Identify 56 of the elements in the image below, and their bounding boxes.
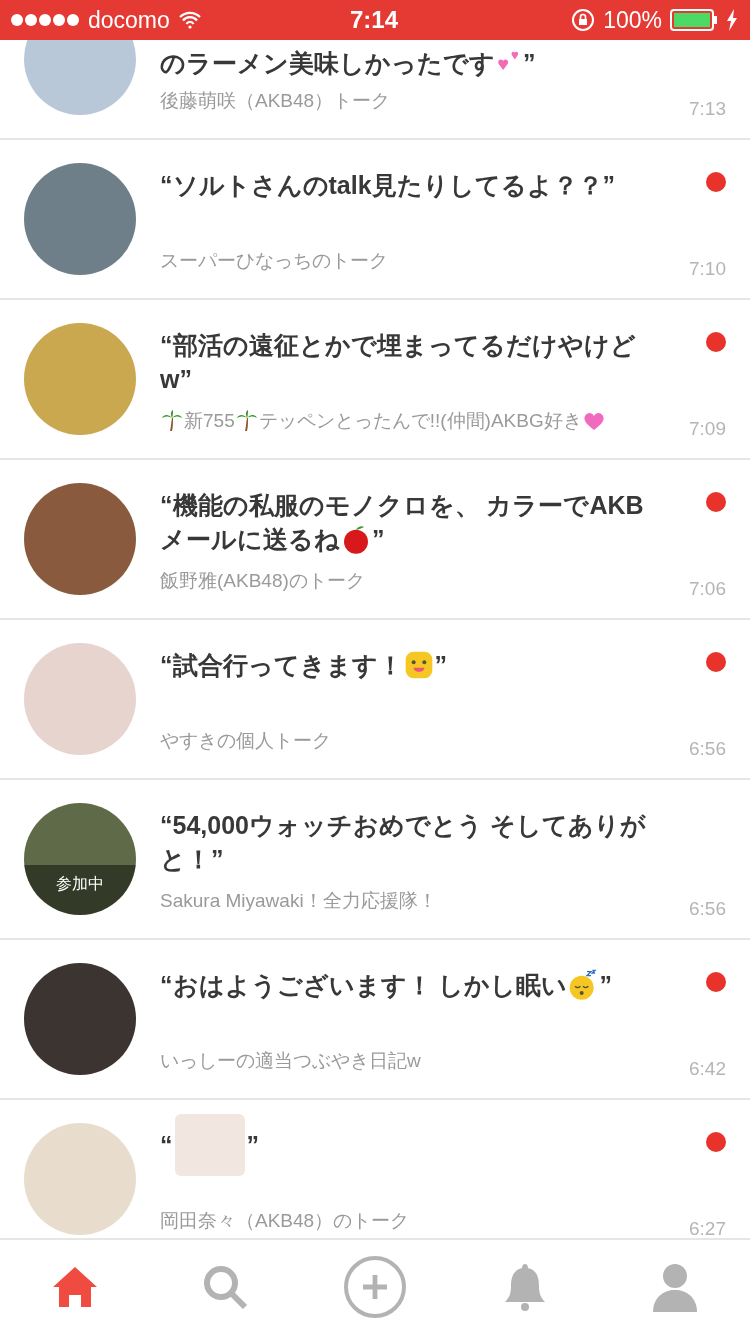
rotation-lock-icon [571,8,596,32]
message-time: 7:06 [689,578,726,600]
message-text: と！” [160,843,224,875]
message-text: 岡田奈々（AKB48）のトーク [160,1209,410,1233]
message-time: 6:56 [689,898,726,920]
palm-tree-icon [234,409,259,433]
message-text: “ソルトさんのtalk見たりしてるよ？？” [160,169,616,201]
search-icon [201,1263,249,1311]
message-text: のラーメン美味しかったです [160,47,495,79]
message-text: 後藤萌咲（AKB48）トーク [160,89,391,113]
message-time: 6:56 [689,738,726,760]
conversation-row[interactable]: “機能の私服のモノクロを、 カラーでAKB メールに送るね ” 飯野雅(AKB48)のトーク 7:06 [0,460,750,620]
message-text: いっしーの適当つぶやき日記w [160,1049,421,1073]
signal-icon [10,13,80,27]
message-text: “ [160,1130,173,1160]
person-icon [651,1262,699,1312]
message-text: ” [599,970,612,1000]
message-text: Sakura Miyawaki！全力応援隊！ [160,889,437,913]
message-time: 7:09 [689,418,726,440]
conversation-row[interactable]: “部活の遠征とかで埋まってるだけやけど w” 新755 テッペンとったんで!!(仲間)AKBG好き 7:09 [0,300,750,460]
message-text: w” [160,364,192,394]
message-text: 飯野雅(AKB48)のトーク [160,569,365,593]
conversation-row[interactable]: “ソルトさんのtalk見たりしてるよ？？” スーパーひなっちのトーク 7:10 [0,140,750,300]
conversation-row[interactable]: “おはようございます！ しかし眠い ” いっしーの適当つぶやき日記w 6:42 [0,940,750,1100]
carrier-name: docomo [88,6,170,34]
message-text: “おはようございます！ しかし眠い [160,969,568,1001]
message-text: やすきの個人トーク [160,729,331,753]
message-text: ” [434,650,447,680]
battery-icon [670,9,718,31]
message-text: “機能の私服のモノクロを、 カラーでAKB [160,489,644,521]
message-text: ” [246,1130,259,1160]
message-text: ” [523,48,536,78]
plus-circle-icon [343,1255,407,1319]
message-text: テッペンとったんで!!(仲間)AKBG好き [258,409,582,433]
message-text: ” [372,524,385,554]
battery-percent: 100% [603,6,662,34]
conversation-row[interactable]: 参加中 “54,000ウォッチおめでとう そしてありが と！” Sakura Miyawaki！全力応援隊！ 6:56 [0,780,750,940]
clock-time: 7:14 [350,6,399,34]
message-time: 6:27 [689,1218,726,1238]
conversation-row[interactable]: “試合行ってきます！ ” やすきの個人トーク 6:56 [0,620,750,780]
message-time: 6:42 [689,1058,726,1080]
message-text: “試合行ってきます！ [160,649,403,681]
conversation-row[interactable]: のラーメン美味しかったです ” 後藤萌咲（AKB48）トーク 7:13 [0,40,750,140]
message-text: スーパーひなっちのトーク [160,249,388,273]
message-time: 7:13 [689,98,726,120]
message-text: 新755 [184,409,235,433]
conversation-row[interactable]: “ ” 岡田奈々（AKB48）のトーク 6:27 [0,1100,750,1238]
message-text: “54,000ウォッチおめでとう そしてありが [160,809,646,841]
message-time: 7:10 [689,258,726,280]
message-text: メールに送るね [160,523,340,555]
joined-label: 参加中 [24,865,136,915]
sticker-placeholder [174,1114,245,1176]
message-text: “部活の遠征とかで埋まってるだけやけど [160,329,636,361]
palm-tree-icon [160,409,184,433]
charging-bolt-icon [726,9,738,31]
wifi-icon [177,11,202,29]
